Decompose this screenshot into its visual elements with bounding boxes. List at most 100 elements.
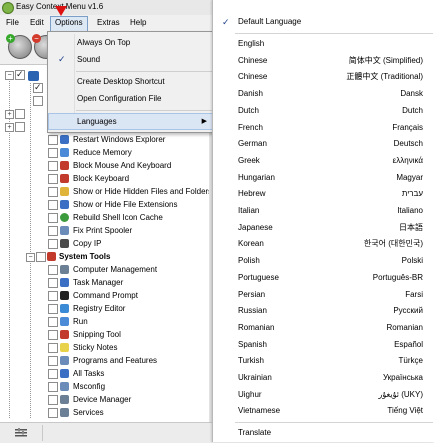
tree-item[interactable]: Computer Management [0,264,212,275]
tree-checkbox[interactable] [48,174,58,184]
language-item[interactable]: Dutch Dutch [213,103,434,119]
menu-help[interactable]: Help [126,16,150,30]
tree-checkbox[interactable] [48,382,58,392]
tree-checkbox[interactable] [48,239,58,249]
add-to-menu-button[interactable]: + [6,34,32,59]
language-item[interactable]: German Deutsch [213,136,434,152]
tree-item[interactable]: All Tasks [0,368,212,379]
tree-item[interactable]: Reduce Memory [0,147,212,158]
expand-icon[interactable]: + [5,110,14,119]
tree-checkbox[interactable] [48,226,58,236]
tree-checkbox[interactable] [48,213,58,223]
language-item[interactable]: Korean 한국어 (대한민국) [213,236,434,252]
tree-item[interactable]: Command Prompt [0,290,212,301]
tree-checkbox[interactable] [15,109,25,119]
tree-item[interactable]: Run [0,316,212,327]
tree-item[interactable]: Device Manager [0,394,212,405]
tree-item[interactable]: Msconfig [0,381,212,392]
tree-checkbox[interactable] [48,356,58,366]
tree-checkbox[interactable] [48,408,58,418]
tree-checkbox[interactable] [15,122,25,132]
tree-checkbox[interactable] [48,291,58,301]
language-default[interactable]: ✓ Default Language [213,14,434,30]
language-item[interactable]: Hebrew עברית [213,186,434,202]
tree-item-label: Task Manager [73,278,124,287]
tree-item[interactable]: Fix Print Spooler [0,225,212,236]
language-item[interactable]: Chinese 正體中文 (Traditional) [213,69,434,85]
tree-item[interactable]: Rebuild Shell Icon Cache [0,212,212,223]
language-item[interactable]: Turkish Türkçe [213,353,434,369]
language-item[interactable]: French Français [213,120,434,136]
tree-checkbox[interactable] [48,369,58,379]
language-item[interactable]: Greek ελληνικά [213,153,434,169]
tree-checkbox[interactable] [15,69,25,80]
language-item[interactable]: Portuguese Português-BR [213,270,434,286]
language-item[interactable]: English [213,36,434,52]
menu-item-create-desktop-shortcut[interactable]: Create Desktop Shortcut [48,73,213,90]
tree-checkbox[interactable] [48,148,58,158]
menu-edit[interactable]: Edit [26,16,48,30]
tree-checkbox[interactable] [48,343,58,353]
submenu-arrow-icon: ▶ [201,118,207,125]
tree-checkbox[interactable] [48,200,58,210]
language-item[interactable]: Romanian Romanian [213,320,434,336]
tree-item[interactable]: Block Keyboard [0,173,212,184]
tree-item[interactable]: Programs and Features [0,355,212,366]
language-item[interactable]: Italian Italiano [213,203,434,219]
tree-item[interactable]: Copy IP [0,238,212,249]
tree-item[interactable]: Block Mouse And Keyboard [0,160,212,171]
menu-separator [235,422,433,423]
tree-item[interactable]: Registry Editor [0,303,212,314]
collapse-icon[interactable]: − [26,253,35,262]
tree-checkbox[interactable] [48,304,58,314]
tree-item-label: Sticky Notes [73,343,118,352]
language-item[interactable]: Spanish Español [213,337,434,353]
tree-checkbox[interactable] [48,317,58,327]
tree-item[interactable]: Task Manager [0,277,212,288]
tree-item[interactable]: Snipping Tool [0,329,212,340]
tree-item[interactable]: Show or Hide File Extensions [0,199,212,210]
settings-icon [15,428,27,437]
printer-icon [60,226,69,235]
menu-extras[interactable]: Extras [93,16,124,30]
menu-options[interactable]: Options [50,16,88,32]
menu-item-always-on-top[interactable]: Always On Top [48,34,213,51]
expand-icon[interactable]: + [5,123,14,132]
tree-checkbox[interactable] [48,330,58,340]
tree-checkbox[interactable] [33,82,43,93]
tree-group-system-tools[interactable]: − System Tools [0,251,212,262]
menu-item-languages[interactable]: Languages ▶ [48,113,213,130]
tree-checkbox[interactable] [48,187,58,197]
tree-checkbox[interactable] [48,161,58,171]
tree-item[interactable]: Show or Hide Hidden Files and Folders [0,186,212,197]
language-item[interactable]: Japanese 日本語 [213,220,434,236]
menu-separator [235,33,433,34]
language-item[interactable]: Polish Polski [213,253,434,269]
menu-file[interactable]: File [2,16,23,30]
language-item[interactable]: Chinese 简体中文 (Simplified) [213,53,434,69]
language-english-name: Uighur [238,389,262,399]
collapse-icon[interactable]: − [5,71,14,80]
language-item[interactable]: Ukrainian Українська [213,370,434,386]
menu-item-translate[interactable]: Translate [213,425,434,441]
tree-checkbox[interactable] [48,265,58,275]
tree-item-label: Rebuild Shell Icon Cache [73,213,163,222]
menu-item-open-configuration-file[interactable]: Open Configuration File [48,90,213,107]
tree-checkbox[interactable] [48,135,58,145]
language-item[interactable]: Danish Dansk [213,86,434,102]
tree-item[interactable]: Services [0,407,212,418]
tree-item[interactable]: Restart Windows Explorer [0,134,212,145]
language-item[interactable]: Vietnamese Tiếng Việt [213,403,434,419]
language-item[interactable]: Persian Farsi [213,287,434,303]
tree-checkbox[interactable] [48,278,58,288]
menu-item-sound[interactable]: ✓ Sound [48,51,213,68]
language-native-name: Farsi [405,289,423,299]
language-item[interactable]: Hungarian Magyar [213,170,434,186]
tree-item[interactable]: Sticky Notes [0,342,212,353]
language-item[interactable]: Russian Русский [213,303,434,319]
tree-checkbox[interactable] [36,252,46,262]
tree-checkbox[interactable] [48,395,58,405]
tree-checkbox[interactable] [33,96,43,106]
language-item[interactable]: Uighur ئۇيغۇر (UKY) [213,387,434,403]
language-native-name: Türkçe [398,356,423,366]
